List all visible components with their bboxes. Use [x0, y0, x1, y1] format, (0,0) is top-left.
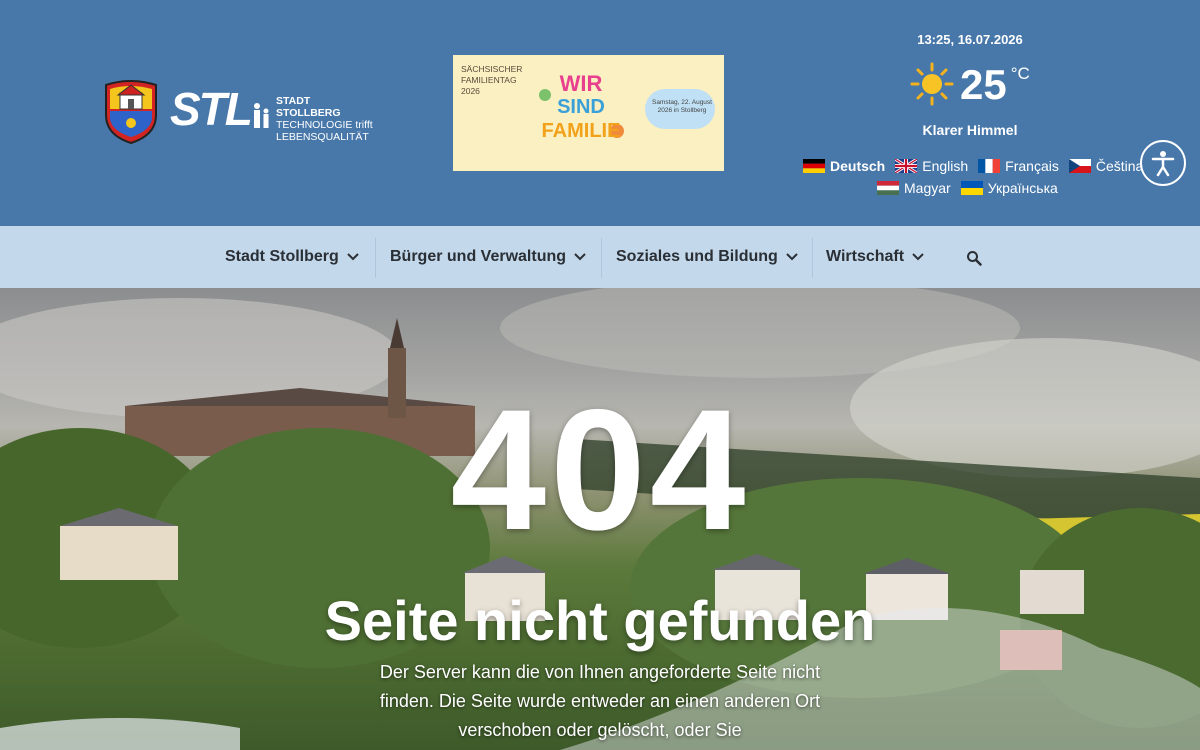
nav-divider [601, 238, 602, 278]
chevron-down-icon [574, 253, 586, 261]
slogan-line-3: FAMILIE [542, 120, 621, 142]
lang-label: Українська [987, 180, 1058, 196]
error-code: 404 [450, 374, 750, 566]
lang-francais[interactable]: Français [978, 158, 1059, 174]
error-description: Der Server kann die von Ihnen angeforder… [379, 662, 821, 740]
lang-label: Magyar [904, 180, 951, 196]
nav-item-soziales-bildung[interactable]: Soziales und Bildung [616, 226, 798, 288]
sun-icon [910, 62, 954, 106]
family-figures-icon [254, 103, 269, 128]
logo-tagline: STADT STOLLBERG TECHNOLOGIE trifft LEBEN… [276, 95, 376, 143]
lang-magyar[interactable]: Magyar [877, 180, 951, 196]
nav-item-buerger-verwaltung[interactable]: Bürger und Verwaltung [390, 226, 586, 288]
accessibility-button[interactable] [1140, 140, 1186, 186]
lang-label: Deutsch [830, 158, 886, 174]
stl-letters: STL [170, 83, 253, 135]
nav-item-wirtschaft[interactable]: Wirtschaft [826, 226, 924, 288]
nav-label: Stadt Stollberg [225, 248, 339, 265]
city-crest-icon [105, 80, 157, 145]
flag-fr-icon [978, 159, 1001, 173]
chevron-down-icon [347, 253, 359, 261]
lang-deutsch[interactable]: Deutsch [803, 158, 885, 174]
search-icon[interactable] [966, 250, 982, 266]
banner-title-line-2: FAMILIENTAG [461, 75, 517, 85]
lang-english[interactable]: English [895, 158, 968, 174]
weather-condition: Klarer Himmel [922, 122, 1018, 138]
chevron-down-icon [786, 253, 798, 261]
hero-background: 404 Seite nicht gefunden Der Server kann… [0, 288, 1200, 750]
lang-label: Français [1005, 158, 1059, 174]
lang-label: English [922, 158, 969, 174]
current-datetime: 13:25, 16.07.2026 [917, 32, 1023, 47]
stl-wordmark: STL STADT STOLLBERG TECHNOLOGIE trifft L… [170, 83, 376, 143]
flag-ua-icon [960, 181, 983, 195]
flag-hu-icon [877, 181, 899, 195]
flag-de-icon [803, 159, 825, 173]
temperature-unit: °C [1010, 64, 1030, 83]
nav-label: Wirtschaft [826, 248, 905, 265]
temperature-value: 25 [960, 61, 1007, 108]
accessibility-icon [1151, 151, 1175, 177]
banner-event: Samstag, 22. August 2026 in Stollberg [652, 99, 712, 114]
wir-sind-familie-graphic: WIR SIND FAMILIE [539, 71, 624, 142]
language-switcher: Deutsch English Français Čeština Magyar … [803, 155, 1143, 199]
chevron-down-icon [912, 253, 924, 261]
logo-line-3: LEBENSQUALITÄT [276, 131, 369, 143]
lang-cestina[interactable]: Čeština [1068, 158, 1144, 174]
nav-label: Soziales und Bildung [616, 248, 778, 265]
slogan-line-1: WIR [560, 71, 603, 96]
nav-label: Bürger und Verwaltung [390, 248, 567, 265]
banner-title-line-1: SÄCHSISCHER [461, 64, 523, 74]
familientag-banner[interactable]: SÄCHSISCHER FAMILIENTAG 2026 WIR SIND FA… [453, 55, 724, 171]
logo-line-1: STADT STOLLBERG [276, 95, 341, 119]
site-header: STL STADT STOLLBERG TECHNOLOGIE trifft L… [0, 0, 1200, 226]
flag-cz-icon [1068, 159, 1091, 173]
banner-title-line-3: 2026 [461, 86, 480, 96]
flag-gb-icon [895, 159, 918, 173]
nav-divider [812, 238, 813, 278]
slogan-line-2: SIND [557, 96, 605, 118]
lang-ukrainian[interactable]: Українська [960, 180, 1058, 196]
lang-label: Čeština [1095, 158, 1144, 174]
error-title: Seite nicht gefunden [324, 589, 876, 652]
nav-divider [375, 238, 376, 278]
logo-line-2: TECHNOLOGIE trifft [276, 119, 373, 131]
weather-widget: 25 °C [910, 62, 1030, 108]
nav-item-stadt-stollberg[interactable]: Stadt Stollberg [225, 226, 359, 288]
banner-title: SÄCHSISCHER FAMILIENTAG 2026 [461, 64, 522, 97]
main-navigation: Stadt Stollberg Bürger und Verwaltung So… [0, 226, 1200, 288]
site-logo[interactable]: STL STADT STOLLBERG TECHNOLOGIE trifft L… [104, 79, 376, 145]
